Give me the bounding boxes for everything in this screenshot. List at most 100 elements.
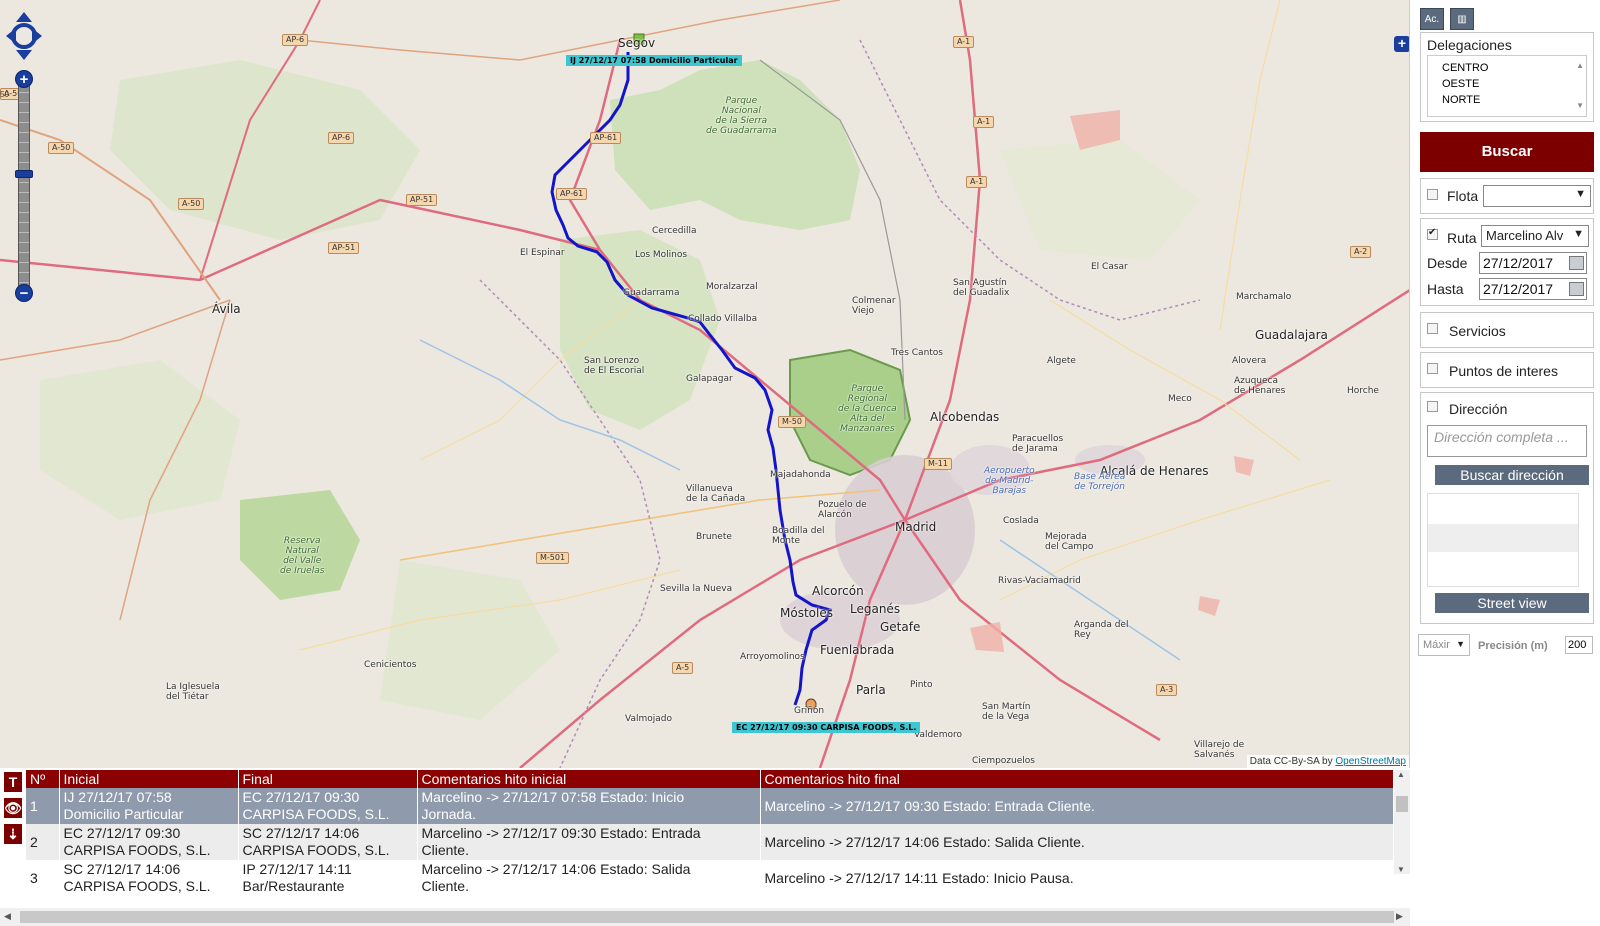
scroll-right-icon[interactable]: ▶	[1396, 911, 1403, 922]
place-label-ciempozuelos: Ciempozuelos	[972, 756, 1035, 766]
hasta-date-input[interactable]: 27/12/2017	[1479, 278, 1587, 300]
place-label-san-agustin: San Agustín del Guadalix	[953, 278, 1010, 298]
map-base-layer	[0, 0, 1409, 768]
osm-link[interactable]: OpenStreetMap	[1335, 756, 1406, 767]
precision-input[interactable]: 200	[1565, 636, 1593, 654]
ruta-select-value: Marcelino Alv	[1486, 228, 1564, 243]
place-label-majadahonda: Majadahonda	[770, 470, 831, 480]
place-label-iglesuela: La Iglesuela del Tiétar	[166, 682, 220, 702]
place-label-segovia: Segov	[618, 36, 656, 50]
desde-label: Desde	[1427, 255, 1468, 271]
cell-com-fin: Marcelino -> 27/12/17 09:30 Estado: Entr…	[760, 788, 1394, 824]
zoom-control[interactable]: + −	[15, 70, 33, 302]
place-label-paracuellos: Paracuellos de Jarama	[1012, 434, 1064, 454]
cell-com-ini: Marcelino -> 27/12/17 14:06 Estado: Sali…	[417, 860, 761, 896]
place-label-leganes: Leganés	[850, 602, 901, 616]
ac-button[interactable]: Ac.	[1420, 8, 1444, 30]
calendar-icon[interactable]	[1569, 256, 1584, 270]
buscar-button[interactable]: Buscar	[1420, 132, 1594, 172]
scrollbar-thumb[interactable]	[20, 911, 1394, 923]
place-label-alovera: Alovera	[1232, 356, 1267, 366]
scroll-down-icon[interactable]: ▼	[1397, 865, 1405, 874]
download-icon[interactable]: ⇣	[4, 824, 22, 844]
table-toolbar: T 👁 ⇣	[4, 772, 22, 850]
place-label-valmojado: Valmojado	[625, 714, 672, 724]
cell-final: IP 27/12/17 14:11 Bar/Restaurante	[238, 860, 418, 896]
route-start-label[interactable]: IJ 27/12/17 07:58 Domicilio Particular	[566, 55, 742, 66]
delegacion-item-oeste[interactable]: OESTE	[1442, 76, 1572, 92]
place-label-cenicientos: Cenicientos	[364, 660, 417, 670]
route-end-label[interactable]: EC 27/12/17 09:30 CARPISA FOODS, S.L.	[732, 722, 921, 733]
delegaciones-title: Delegaciones	[1427, 37, 1512, 53]
place-label-mostoles: Móstoles	[780, 606, 833, 620]
flota-checkbox[interactable]	[1427, 189, 1438, 200]
road-shield: M-50	[778, 416, 806, 428]
cell-final: EC 27/12/17 09:30 CARPISA FOODS, S.L.	[238, 788, 418, 824]
table-row[interactable]: 3 SC 27/12/17 14:06 CARPISA FOODS, S.L. IP …	[26, 860, 1394, 896]
maxima-select-value: Máxir	[1423, 639, 1450, 651]
cell-com-fin: Marcelino -> 27/12/17 14:11 Estado: Inic…	[760, 860, 1394, 896]
horizontal-scrollbar[interactable]: ◀ ▶	[0, 908, 1410, 926]
road-shield: AP-61	[590, 132, 622, 144]
scroll-left-icon[interactable]: ◀	[4, 911, 11, 922]
servicios-checkbox[interactable]	[1427, 323, 1438, 334]
zoom-slider-handle[interactable]	[15, 170, 33, 178]
delegaciones-list[interactable]: CENTRO OESTE NORTE ▲ ▼	[1427, 55, 1587, 117]
scroll-up-icon[interactable]: ▲	[1576, 58, 1584, 74]
place-label-grinon: Griñón	[794, 706, 825, 716]
map-view[interactable]: Segov Ávila Madrid Alcobendas Alcalá de Hena…	[0, 0, 1410, 768]
direccion-input[interactable]: Dirección completa ...	[1427, 425, 1587, 457]
table-vertical-scrollbar[interactable]: ▲ ▼	[1394, 770, 1410, 874]
place-label-collado-villalba: Collado Villalba	[688, 314, 758, 324]
place-label-horche: Horche	[1347, 386, 1379, 396]
text-icon[interactable]: T	[4, 772, 22, 792]
ruta-checkbox[interactable]	[1427, 227, 1438, 240]
cell-com-ini: Marcelino -> 27/12/17 09:30 Estado: Entr…	[417, 824, 761, 860]
map-attribution: Data CC-By-SA by OpenStreetMap	[1246, 755, 1409, 768]
place-label-tres-cantos: Tres Cantos	[891, 348, 943, 358]
road-shield: AP-61	[556, 188, 588, 200]
col-header-n[interactable]: Nº	[26, 770, 60, 788]
flota-box: Flota ▼	[1420, 178, 1594, 214]
scroll-up-icon[interactable]: ▲	[1397, 770, 1405, 779]
pan-control[interactable]	[6, 12, 42, 60]
scroll-down-icon[interactable]: ▼	[1576, 98, 1584, 114]
col-header-final[interactable]: Final	[238, 770, 418, 788]
buscar-direccion-button[interactable]: Buscar dirección	[1435, 465, 1589, 485]
hasta-label: Hasta	[1427, 281, 1464, 297]
eye-icon[interactable]: 👁	[4, 798, 22, 818]
chart-icon[interactable]: ▥	[1450, 8, 1474, 30]
road-shield: A-5	[672, 662, 694, 674]
puntos-checkbox[interactable]	[1427, 363, 1438, 374]
place-label-getafe: Getafe	[880, 620, 921, 634]
zoom-out-button[interactable]: −	[15, 284, 33, 302]
place-label-galapagar: Galapagar	[686, 374, 733, 384]
col-header-inicial[interactable]: Inicial	[59, 770, 239, 788]
ruta-select[interactable]: Marcelino Alv ▼	[1481, 225, 1589, 247]
direccion-results[interactable]	[1427, 493, 1579, 587]
table-row[interactable]: 2 EC 27/12/17 09:30 CARPISA FOODS, S.L. SC …	[26, 824, 1394, 860]
col-header-comentarios-final[interactable]: Comentarios hito final	[760, 770, 1394, 788]
road-shield: M-501	[536, 552, 570, 564]
expand-panel-button[interactable]: +	[1394, 36, 1409, 52]
maxima-select[interactable]: Máxir ▼	[1418, 634, 1470, 656]
cell-com-ini: Marcelino -> 27/12/17 07:58 Estado: Inic…	[417, 788, 761, 824]
place-label-brunete: Brunete	[696, 532, 732, 542]
cell-n: 2	[26, 824, 60, 860]
desde-date-value: 27/12/2017	[1483, 255, 1554, 271]
calendar-icon[interactable]	[1569, 282, 1584, 296]
delegacion-item-norte[interactable]: NORTE	[1442, 92, 1572, 108]
col-header-comentarios-inicial[interactable]: Comentarios hito inicial	[417, 770, 761, 788]
zoom-in-button[interactable]: +	[15, 70, 33, 88]
delegacion-item-centro[interactable]: CENTRO	[1442, 60, 1572, 76]
place-label-moralzarzal: Moralzarzal	[706, 282, 758, 292]
desde-date-input[interactable]: 27/12/2017	[1479, 252, 1587, 274]
place-label-arroyomolinos: Arroyomolinos	[740, 652, 805, 662]
table-row[interactable]: 1 IJ 27/12/17 07:58 Domicilio Particular EC…	[26, 788, 1394, 824]
scrollbar-thumb[interactable]	[1396, 796, 1408, 812]
place-label-azuqueca: Azuqueca de Henares	[1234, 376, 1286, 396]
flota-select[interactable]: ▼	[1483, 185, 1591, 207]
street-view-button[interactable]: Street view	[1435, 593, 1589, 613]
direccion-checkbox[interactable]	[1427, 401, 1438, 412]
servicios-label: Servicios	[1449, 323, 1506, 339]
